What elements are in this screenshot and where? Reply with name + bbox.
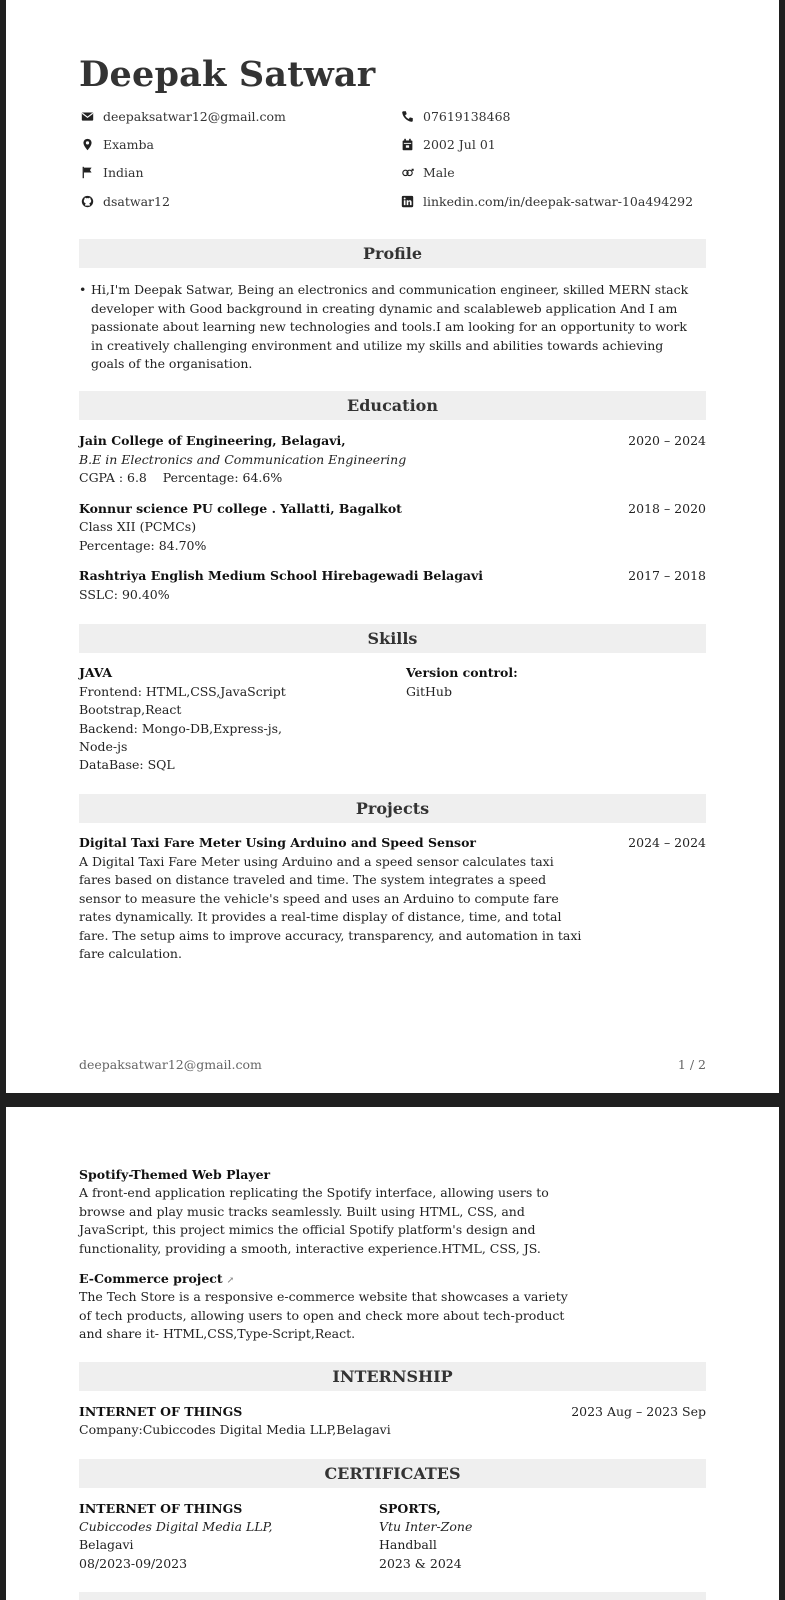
email-text: deepaksatwar12@gmail.com (103, 109, 286, 124)
map-pin-icon (79, 138, 95, 152)
project-desc-1-line-2: fares based on distance traveled and tim… (79, 872, 547, 887)
certificate-2-line2: Handball (379, 1537, 437, 1552)
section-heading-internship: INTERNSHIP (79, 1362, 706, 1391)
skills-right-line-1: GitHub (406, 684, 452, 699)
project-desc-1-line-1: A Digital Taxi Fare Meter using Arduino … (79, 854, 554, 869)
contact-phone[interactable]: 07619138468 (399, 109, 510, 124)
calendar-icon (399, 138, 415, 152)
next-section-heading-edge (79, 1592, 706, 1600)
contact-nationality: Indian (79, 165, 144, 180)
skills-line-5: DataBase: SQL (79, 757, 175, 772)
education-dates-2: 2018 – 2020 (628, 501, 706, 516)
project-desc-3-line-3: and share it- HTML,CSS,Type-Script,React… (79, 1326, 356, 1341)
contact-email[interactable]: deepaksatwar12@gmail.com (79, 109, 286, 124)
skills-left-title: JAVA (79, 665, 113, 680)
resume-page-1: Deepak Satwar deepaksatwar12@gmail.com 0… (6, 0, 779, 1093)
project-title-3: E-Commerce project (79, 1271, 223, 1286)
linkedin-text: linkedin.com/in/deepak-satwar-10a494292 (423, 194, 694, 209)
footer-email: deepaksatwar12@gmail.com (79, 1057, 262, 1072)
section-heading-projects: Projects (79, 794, 706, 823)
project-title-2: Spotify-Themed Web Player (79, 1167, 271, 1182)
education-dates-3: 2017 – 2018 (628, 568, 706, 583)
resume-page-2: Spotify-Themed Web Player A front-end ap… (6, 1107, 779, 1600)
education-dates-1: 2020 – 2024 (628, 433, 706, 448)
dob-text: 2002 Jul 01 (423, 137, 496, 152)
skills-right-title: Version control: (406, 665, 518, 680)
project-title-1: Digital Taxi Fare Meter Using Arduino an… (79, 835, 477, 850)
education-degree-1: B.E in Electronics and Communication Eng… (79, 452, 407, 467)
internship-dates: 2023 Aug – 2023 Sep (571, 1404, 706, 1419)
github-icon (79, 195, 95, 209)
education-school-1: Jain College of Engineering, Belagavi, (79, 433, 346, 448)
certificate-1-issuer: Cubiccodes Digital Media LLP, (79, 1519, 273, 1534)
gender-text: Male (423, 165, 455, 180)
skills-line-4: Node-js (79, 739, 128, 754)
education-score-1: CGPA : 6.8 Percentage: 64.6% (79, 470, 283, 485)
section-heading-education: Education (79, 391, 706, 420)
project-desc-2-line-2: browse and play music tracks seamlessly.… (79, 1204, 525, 1219)
project-desc-2-line-1: A front-end application replicating the … (79, 1185, 549, 1200)
section-heading-certificates: CERTIFICATES (79, 1459, 706, 1488)
section-heading-profile: Profile (79, 239, 706, 268)
project-desc-2-line-4: functionality, providing a smooth, inter… (79, 1241, 541, 1256)
envelope-icon (79, 110, 95, 124)
location-text: Examba (103, 137, 154, 152)
skills-line-3: Backend: Mongo-DB,Express-js, (79, 721, 283, 736)
contact-gender: Male (399, 165, 455, 180)
contact-linkedin[interactable]: linkedin.com/in/deepak-satwar-10a494292 (399, 194, 693, 209)
contact-github[interactable]: dsatwar12 (79, 194, 170, 209)
project-desc-3-line-2: of tech products, allowing users to open… (79, 1308, 565, 1323)
footer-page-number: 1 / 2 (677, 1057, 706, 1072)
internship-company: Company:Cubiccodes Digital Media LLP,Bel… (79, 1422, 391, 1437)
profile-summary: Hi,I'm Deepak Satwar, Being an electroni… (79, 281, 697, 374)
candidate-name: Deepak Satwar (79, 54, 376, 95)
project-desc-2-line-3: JavaScript, this project mimics the offi… (79, 1222, 536, 1237)
internship-role: INTERNET OF THINGS (79, 1404, 243, 1419)
project-desc-1-line-6: fare calculation. (79, 946, 182, 961)
education-school-3: Rashtriya English Medium School Hirebage… (79, 568, 484, 583)
gender-icon (399, 166, 415, 180)
certificate-1-line2: Belagavi (79, 1537, 134, 1552)
contact-dob: 2002 Jul 01 (399, 137, 496, 152)
profile-list: Hi,I'm Deepak Satwar, Being an electroni… (79, 281, 697, 374)
skills-line-2: Bootstrap,React (79, 702, 182, 717)
project-dates-1: 2024 – 2024 (628, 835, 706, 850)
section-heading-skills: Skills (79, 624, 706, 653)
phone-icon (399, 110, 415, 124)
certificate-1-name: INTERNET OF THINGS (79, 1501, 243, 1516)
education-school-2: Konnur science PU college . Yallatti, Ba… (79, 501, 402, 516)
certificate-2-line3: 2023 & 2024 (379, 1556, 462, 1571)
project-desc-3-line-1: The Tech Store is a responsive e-commerc… (79, 1289, 568, 1304)
certificate-1-line3: 08/2023-09/2023 (79, 1556, 188, 1571)
project-desc-1-line-5: fare. The setup aims to improve accuracy… (79, 928, 582, 943)
project-desc-1-line-3: sensor to measure the vehicle's speed an… (79, 891, 559, 906)
phone-text: 07619138468 (423, 109, 511, 124)
contact-location: Examba (79, 137, 154, 152)
education-score-2: Percentage: 84.70% (79, 538, 207, 553)
education-degree-2: Class XII (PCMCs) (79, 519, 197, 534)
certificate-2-name: SPORTS, (379, 1501, 441, 1516)
education-score-3: SSLC: 90.40% (79, 587, 170, 602)
github-text: dsatwar12 (103, 194, 170, 209)
skills-line-1: Frontend: HTML,CSS,JavaScript (79, 684, 286, 699)
flag-icon (79, 166, 95, 180)
project-desc-1-line-4: rates dynamically. It provides a real-ti… (79, 909, 562, 924)
certificate-2-issuer: Vtu Inter-Zone (379, 1519, 473, 1534)
nationality-text: Indian (103, 165, 144, 180)
linkedin-icon (399, 195, 415, 209)
